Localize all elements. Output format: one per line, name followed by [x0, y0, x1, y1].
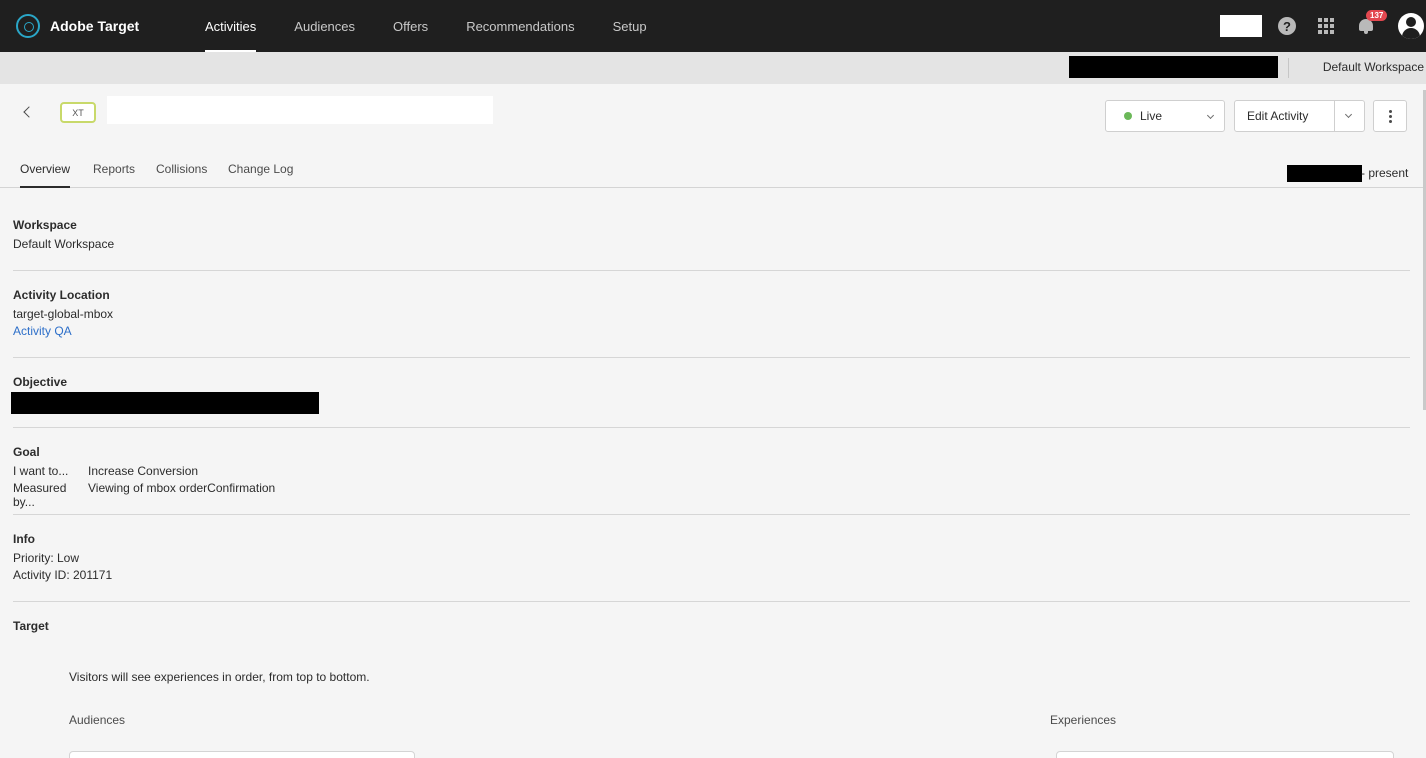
- chevron-left-icon[interactable]: [20, 104, 36, 120]
- goal-want-value: Increase Conversion: [88, 464, 199, 478]
- activity-tabs: Overview Reports Collisions Change Log: [0, 156, 1426, 188]
- edit-activity-group: Edit Activity: [1234, 100, 1365, 132]
- divider: [13, 601, 1410, 602]
- status-label: Live: [1140, 109, 1163, 123]
- avatar-icon[interactable]: [1398, 13, 1424, 39]
- redacted-field: [1220, 15, 1262, 37]
- app-name: Adobe Target: [50, 18, 140, 34]
- info-section: Info Priority: Low Activity ID: 201171: [13, 532, 1410, 582]
- nav-item-recommendations[interactable]: Recommendations: [447, 0, 593, 52]
- workspace-selector[interactable]: Default Workspace: [1323, 60, 1424, 74]
- workspace-section: Workspace Default Workspace: [13, 218, 1410, 251]
- audience-card[interactable]: [69, 751, 415, 758]
- redacted-date: [1287, 165, 1362, 182]
- main-nav: Activities Audiences Offers Recommendati…: [186, 0, 666, 52]
- more-vertical-icon[interactable]: [1373, 100, 1407, 132]
- section-title: Target: [13, 619, 49, 633]
- status-dropdown[interactable]: Live: [1105, 100, 1225, 132]
- location-value: target-global-mbox: [13, 307, 114, 321]
- goal-section: Goal I want to... Increase Conversion Me…: [13, 445, 1410, 509]
- objective-section: Objective: [13, 375, 1410, 389]
- tab-reports[interactable]: Reports: [93, 162, 135, 188]
- section-title: Workspace: [13, 218, 77, 232]
- chevron-down-icon: [1345, 110, 1353, 119]
- activity-type-badge: XT: [60, 102, 96, 123]
- experiences-column-label: Experiences: [1050, 713, 1117, 727]
- audiences-column-label: Audiences: [69, 713, 126, 727]
- divider: [1288, 58, 1289, 78]
- redacted-block: [1069, 56, 1278, 78]
- status-dot-icon: [1124, 112, 1132, 120]
- redacted-objective: [11, 392, 319, 414]
- top-right-tools: ? 137: [1220, 0, 1426, 52]
- section-title: Activity Location: [13, 288, 110, 302]
- nav-item-activities[interactable]: Activities: [186, 0, 275, 52]
- date-range-end: - present: [1361, 166, 1409, 180]
- notification-count-badge: 137: [1366, 10, 1388, 21]
- activity-location-section: Activity Location target-global-mbox Act…: [13, 288, 1410, 338]
- apps-grid-icon[interactable]: [1318, 18, 1334, 34]
- divider: [13, 270, 1410, 271]
- section-title: Objective: [13, 375, 68, 389]
- workspace-bar: Default Workspace: [0, 52, 1426, 84]
- nav-item-setup[interactable]: Setup: [594, 0, 666, 52]
- workspace-value: Default Workspace: [13, 237, 115, 251]
- chevron-down-icon: [1206, 111, 1215, 120]
- notifications-button[interactable]: 137: [1358, 10, 1388, 35]
- divider: [13, 514, 1410, 515]
- activity-id-value: Activity ID: 201171: [13, 568, 113, 582]
- adobe-target-logo-icon: [16, 14, 40, 38]
- edit-activity-button[interactable]: Edit Activity: [1235, 101, 1336, 131]
- brand[interactable]: Adobe Target: [16, 14, 186, 38]
- experience-card[interactable]: [1056, 751, 1394, 758]
- goal-want-row: I want to... Increase Conversion: [13, 464, 1410, 478]
- tab-collisions[interactable]: Collisions: [156, 162, 207, 188]
- target-note: Visitors will see experiences in order, …: [69, 670, 370, 684]
- goal-want-label: I want to...: [13, 464, 69, 478]
- target-section: Target: [13, 619, 1410, 633]
- tab-overview[interactable]: Overview: [20, 162, 71, 188]
- nav-item-audiences[interactable]: Audiences: [275, 0, 374, 52]
- help-icon[interactable]: ?: [1278, 17, 1296, 35]
- edit-options-button[interactable]: [1335, 101, 1364, 131]
- section-title: Info: [13, 532, 35, 546]
- goal-measured-row: Measured by... Viewing of mbox orderConf…: [13, 481, 1410, 509]
- goal-measured-label: Measured by...: [13, 481, 67, 509]
- nav-item-offers[interactable]: Offers: [374, 0, 447, 52]
- divider: [13, 357, 1410, 358]
- priority-value: Priority: Low: [13, 551, 80, 565]
- goal-measured-value: Viewing of mbox orderConfirmation: [88, 481, 276, 495]
- top-nav-bar: Adobe Target Activities Audiences Offers…: [0, 0, 1426, 52]
- activity-qa-link[interactable]: Activity QA: [13, 324, 1410, 338]
- section-title: Goal: [13, 445, 40, 459]
- divider: [13, 427, 1410, 428]
- activity-title-field[interactable]: [107, 96, 493, 124]
- tab-change-log[interactable]: Change Log: [228, 162, 293, 188]
